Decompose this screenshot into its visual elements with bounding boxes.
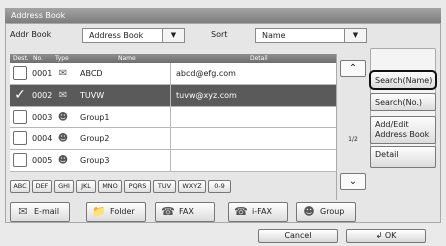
- entry-detail: tuvw@xyz.com: [176, 90, 237, 100]
- group-icon: ☻: [303, 205, 315, 218]
- group-icon: ☻: [57, 111, 69, 123]
- index-tab-jkl[interactable]: JKL: [76, 180, 96, 193]
- entry-name: Group2: [80, 134, 110, 144]
- sort-value: Name: [262, 31, 286, 40]
- address-list: 0001 ✉ ABCD abcd@efg.com ✓ 0002 ✉ TUVW t…: [10, 63, 336, 172]
- entry-number: 0002: [32, 90, 53, 100]
- address-book-screen: Address Book Addr Book Address Book ▼ So…: [0, 0, 446, 246]
- chevron-down-icon: ▼: [344, 29, 366, 42]
- internet-fax-icon: ☎: [234, 205, 248, 218]
- window-title: Address Book: [5, 8, 441, 23]
- table-row[interactable]: 0004 ☻ Group2: [10, 128, 336, 151]
- entry-name: ABCD: [80, 69, 103, 78]
- sort-label: Sort: [211, 30, 228, 39]
- table-row[interactable]: ✓ 0002 ✉ TUVW tuvw@xyz.com: [10, 84, 336, 107]
- index-tab-mno[interactable]: MNO: [98, 180, 122, 193]
- email-filter-button[interactable]: ✉ E-mail: [10, 202, 70, 222]
- index-tab-def[interactable]: DEF: [32, 180, 52, 193]
- search-no-button[interactable]: Search(No.): [370, 93, 436, 111]
- sort-select[interactable]: Name ▼: [255, 28, 367, 43]
- table-row[interactable]: 0001 ✉ ABCD abcd@efg.com: [10, 63, 336, 85]
- chevron-down-icon: ▼: [162, 29, 184, 42]
- envelope-icon: ✉: [18, 205, 28, 218]
- address-book-panel: Addr Book Address Book ▼ Sort Name ▼ Des…: [5, 23, 441, 223]
- header-dest: Dest.: [13, 55, 29, 62]
- table-row[interactable]: 0003 ☻ Group1: [10, 106, 336, 129]
- page-indicator: 1/2: [348, 136, 358, 143]
- index-tab-abc[interactable]: ABC: [10, 180, 30, 193]
- header-detail: Detail: [250, 55, 268, 62]
- email-icon: ✉: [58, 89, 68, 101]
- entry-number: 0005: [32, 156, 53, 166]
- folder-icon: 📁: [92, 205, 106, 218]
- group-icon: ☻: [57, 155, 69, 167]
- destination-checkbox[interactable]: [13, 66, 27, 80]
- list-scroller: ⌃ 1/2 ⌄: [336, 54, 368, 200]
- table-row[interactable]: 0005 ☻ Group3: [10, 150, 336, 172]
- group-filter-button[interactable]: ☻ Group: [296, 202, 356, 222]
- checkmark-icon[interactable]: ✓: [13, 88, 27, 102]
- add-edit-address-book-button[interactable]: Add/Edit Address Book: [370, 116, 436, 144]
- destination-checkbox[interactable]: [13, 109, 27, 124]
- destination-checkbox[interactable]: [13, 153, 27, 168]
- index-tab-pqrs[interactable]: PQRS: [124, 180, 151, 193]
- folder-filter-button[interactable]: 📁 Folder: [86, 202, 146, 222]
- add-edit-label-2: Address Book: [375, 130, 430, 139]
- scroll-up-button[interactable]: ⌃: [340, 60, 366, 77]
- group-icon: ☻: [57, 133, 69, 145]
- ifax-filter-button[interactable]: ☎ i-FAX: [228, 202, 288, 222]
- search-name-button[interactable]: Search(Name): [369, 70, 437, 90]
- enter-icon: ↲: [375, 231, 383, 240]
- index-tab-wxyz[interactable]: WXYZ: [178, 180, 206, 193]
- entry-name: TUVW: [80, 90, 105, 100]
- fax-filter-button[interactable]: ☎ FAX: [155, 202, 215, 222]
- table-header: Dest. No. Type Name Detail: [10, 54, 336, 63]
- entry-number: 0003: [32, 112, 53, 122]
- entry-number: 0004: [32, 134, 53, 144]
- ok-button[interactable]: ↲ OK: [346, 229, 426, 243]
- header-no: No.: [33, 55, 43, 62]
- index-tab-tuv[interactable]: TUV: [153, 180, 176, 193]
- index-tab-0-9[interactable]: 0-9: [208, 180, 231, 193]
- addr-book-select[interactable]: Address Book ▼: [82, 28, 185, 43]
- chevron-up-icon: ⌃: [348, 63, 358, 74]
- addr-book-value: Address Book: [89, 31, 144, 40]
- add-edit-label-1: Add/Edit: [375, 120, 409, 129]
- destination-checkbox[interactable]: [13, 131, 27, 146]
- header-type: Type: [55, 55, 69, 62]
- addr-book-label: Addr Book: [10, 30, 52, 39]
- detail-button[interactable]: Detail: [370, 146, 436, 168]
- scroll-down-button[interactable]: ⌄: [340, 173, 366, 190]
- email-icon: ✉: [58, 68, 68, 79]
- fax-icon: ☎: [161, 205, 175, 218]
- index-tab-ghi[interactable]: GHI: [54, 180, 74, 193]
- entry-name: Group1: [80, 112, 110, 122]
- entry-number: 0001: [32, 69, 53, 78]
- entry-name: Group3: [80, 156, 110, 166]
- chevron-down-icon: ⌄: [348, 176, 358, 187]
- entry-detail: abcd@efg.com: [176, 69, 236, 78]
- header-name: Name: [118, 55, 136, 62]
- cancel-button[interactable]: Cancel: [258, 229, 338, 243]
